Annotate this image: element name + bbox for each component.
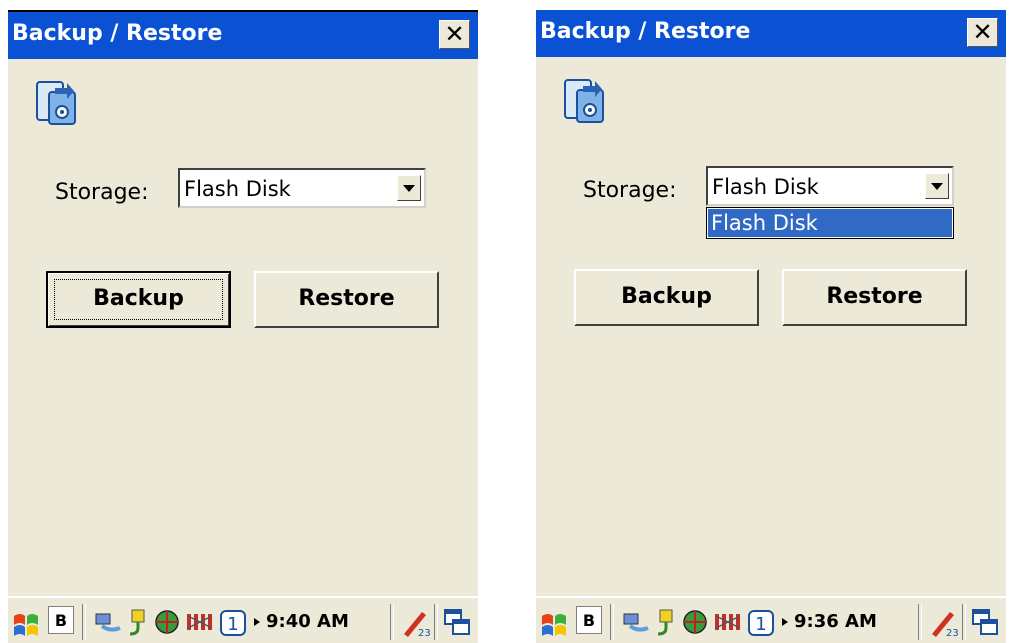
- globe-icon[interactable]: [681, 606, 709, 638]
- svg-text:23: 23: [946, 628, 958, 638]
- backup-button[interactable]: Backup: [46, 271, 231, 328]
- windows-start-icon[interactable]: [539, 606, 569, 638]
- storage-select[interactable]: Flash Disk: [706, 166, 954, 206]
- backup-button-label: Backup: [621, 284, 712, 309]
- window-title: Backup / Restore: [540, 19, 751, 44]
- chevron-down-icon[interactable]: [397, 175, 421, 201]
- screen-backup-restore-dropdown-open: Backup / Restore ✕ Storage: Flash Disk F…: [536, 10, 1006, 643]
- svg-text:23: 23: [418, 628, 430, 638]
- divider: [82, 604, 86, 640]
- svg-text:1: 1: [755, 614, 766, 635]
- backup-device-icon: [564, 79, 604, 123]
- windows-start-icon[interactable]: [11, 606, 41, 638]
- backup-device-icon: [36, 81, 76, 125]
- divider: [434, 604, 438, 640]
- expand-arrow-icon[interactable]: [251, 606, 263, 638]
- storage-select-value: Flash Disk: [184, 177, 291, 201]
- signal-bars-icon[interactable]: [184, 606, 216, 638]
- restore-button-label: Restore: [298, 286, 395, 311]
- clock[interactable]: 9:40 AM: [266, 611, 349, 632]
- chevron-down-icon[interactable]: [925, 173, 949, 199]
- divider: [390, 604, 394, 640]
- power-plug-icon[interactable]: [654, 606, 680, 638]
- input-panel-icon[interactable]: 23: [926, 606, 958, 638]
- number-one-icon[interactable]: 1: [746, 606, 776, 638]
- close-button[interactable]: ✕: [439, 20, 470, 49]
- restore-button[interactable]: Restore: [254, 271, 439, 328]
- input-indicator[interactable]: B: [576, 606, 602, 634]
- title-bar: Backup / Restore ✕: [536, 10, 1006, 57]
- storage-label: Storage:: [55, 180, 149, 205]
- expand-arrow-icon[interactable]: [779, 606, 791, 638]
- storage-label: Storage:: [583, 178, 677, 203]
- network-icon[interactable]: [92, 606, 122, 638]
- backup-button[interactable]: Backup: [574, 269, 759, 326]
- number-one-icon[interactable]: 1: [218, 606, 248, 638]
- screen-backup-restore-closed: Backup / Restore ✕ Storage: Flash Disk B…: [8, 10, 478, 643]
- input-panel-icon[interactable]: 23: [398, 606, 430, 638]
- restore-button[interactable]: Restore: [782, 269, 967, 326]
- dropdown-option-flash-disk[interactable]: Flash Disk: [708, 209, 952, 237]
- clock[interactable]: 9:36 AM: [794, 611, 877, 632]
- divider: [610, 604, 614, 640]
- window-title: Backup / Restore: [12, 21, 223, 46]
- focus-ring: [54, 279, 223, 320]
- desktop-switch-icon[interactable]: [442, 606, 472, 638]
- storage-select[interactable]: Flash Disk: [178, 168, 426, 208]
- storage-dropdown-list: Flash Disk: [706, 207, 954, 239]
- restore-button-label: Restore: [826, 284, 923, 309]
- input-indicator[interactable]: B: [48, 606, 74, 634]
- desktop-switch-icon[interactable]: [970, 606, 1000, 638]
- globe-icon[interactable]: [153, 606, 181, 638]
- close-icon: ✕: [444, 20, 465, 48]
- power-plug-icon[interactable]: [126, 606, 152, 638]
- signal-bars-icon[interactable]: [712, 606, 744, 638]
- title-bar: Backup / Restore ✕: [8, 12, 478, 59]
- storage-select-value: Flash Disk: [712, 175, 819, 199]
- close-button[interactable]: ✕: [967, 18, 998, 47]
- network-icon[interactable]: [620, 606, 650, 638]
- svg-text:1: 1: [227, 614, 238, 635]
- divider: [962, 604, 966, 640]
- close-icon: ✕: [972, 18, 993, 46]
- taskbar: B 1 9:40 AM 23: [8, 596, 478, 643]
- taskbar: B 1 9:36 AM 23: [536, 596, 1006, 643]
- divider: [918, 604, 922, 640]
